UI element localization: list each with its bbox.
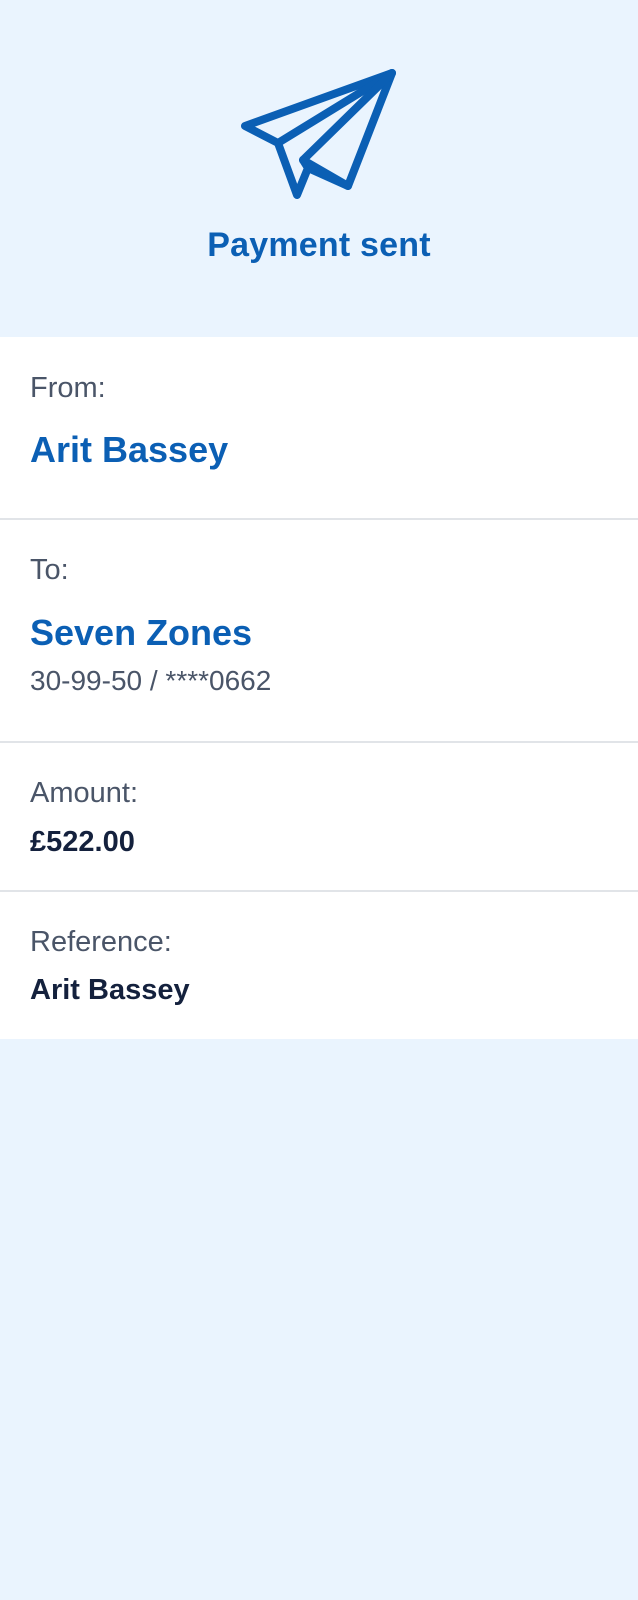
to-section: To: Seven Zones 30-99-50 / ****0662 [0,520,638,743]
amount-section: Amount: £522.00 [0,743,638,892]
paper-plane-icon [241,69,396,199]
payee-name: Seven Zones [30,612,253,653]
reference-value: Arit Bassey [30,974,190,1006]
from-section: From: Arit Bassey [0,337,638,520]
to-label: To: [30,554,69,586]
from-name: Arit Bassey [30,429,229,470]
page-title: Payment sent [207,226,431,264]
reference-label: Reference: [30,926,172,958]
payment-confirmation-header: Payment sent [0,0,638,337]
from-label: From: [30,372,106,404]
reference-section: Reference: Arit Bassey [0,892,638,1039]
amount-value: £522.00 [30,826,135,858]
payee-account-details: 30-99-50 / ****0662 [30,665,272,696]
amount-label: Amount: [30,777,138,809]
